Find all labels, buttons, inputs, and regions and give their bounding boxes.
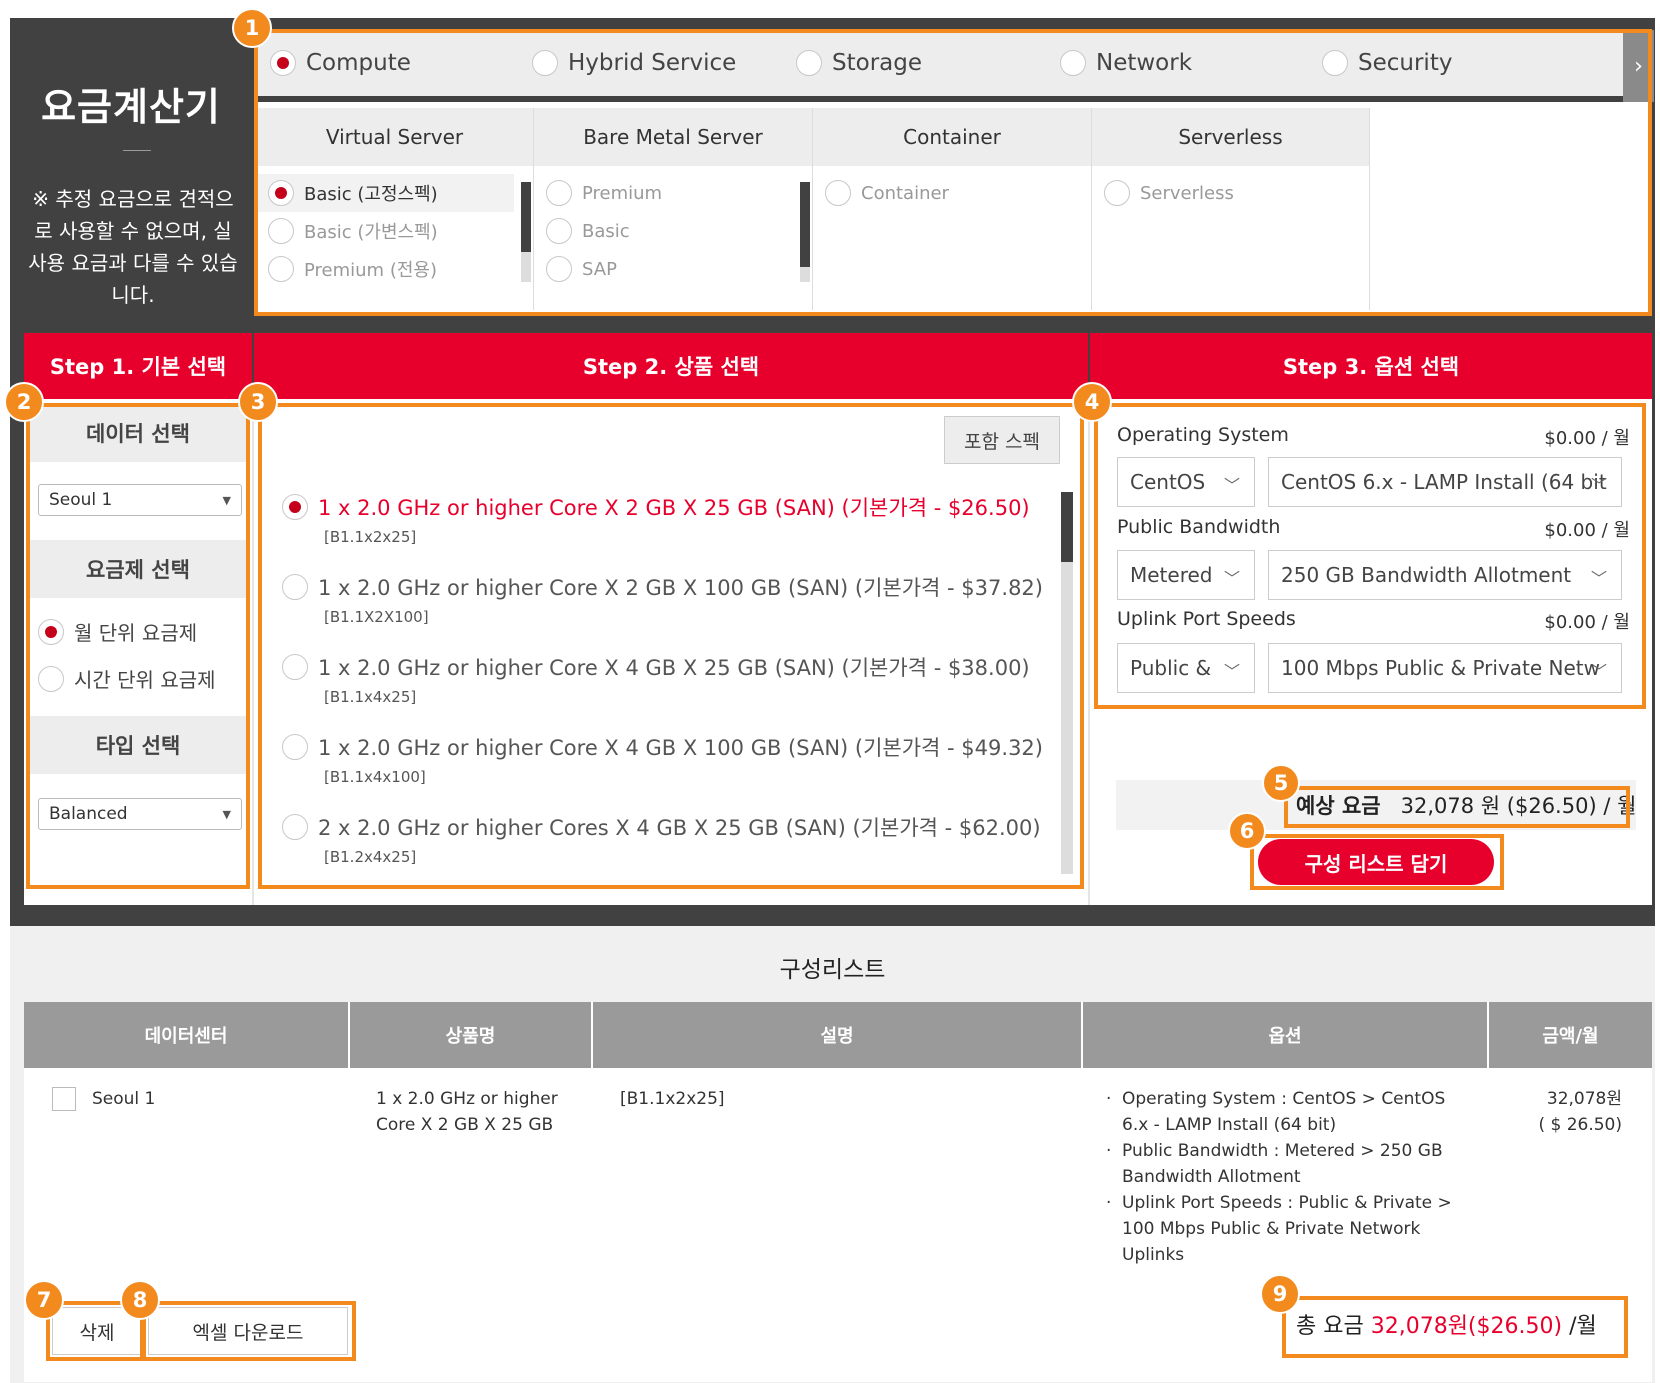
step1-header: Step 1. 기본 선택 — [24, 333, 252, 399]
row-checkbox[interactable] — [52, 1087, 76, 1111]
marker-4: 4 — [1072, 382, 1112, 422]
annotation-box — [142, 1301, 356, 1361]
option-detail: Public Bandwidth : Metered > 250 GB Band… — [1106, 1138, 1476, 1190]
marker-2: 2 — [4, 382, 44, 422]
title-divider — [123, 150, 151, 151]
marker-3: 3 — [238, 382, 278, 422]
annotation-box — [1282, 1296, 1628, 1358]
annotation-box — [1250, 834, 1504, 890]
divider — [252, 399, 254, 905]
row-options: Operating System : CentOS > CentOS 6.x -… — [1106, 1086, 1476, 1268]
row-amount: 32,078원 ( $ 26.50) — [1538, 1089, 1622, 1135]
annotation-box — [254, 29, 1652, 316]
divider — [1088, 399, 1090, 905]
config-list-title: 구성리스트 — [779, 957, 886, 983]
column-header: 옵션 — [1083, 1002, 1489, 1068]
marker-1: 1 — [232, 8, 272, 48]
row-description: [B1.1x2x25] — [620, 1089, 725, 1109]
column-header: 상품명 — [350, 1002, 593, 1068]
column-header: 금액/월 — [1489, 1002, 1652, 1068]
title-panel: 요금계산기 ※ 추정 요금으로 견적으로 사용할 수 없으며, 실 사용 요금과… — [10, 18, 252, 318]
option-detail: Uplink Port Speeds : Public & Private > … — [1106, 1190, 1476, 1268]
column-header: 설명 — [593, 1002, 1083, 1068]
row-datacenter: Seoul 1 — [92, 1089, 156, 1109]
marker-6: 6 — [1228, 812, 1266, 850]
annotation-box — [1284, 786, 1630, 828]
marker-9: 9 — [1260, 1274, 1300, 1314]
marker-5: 5 — [1262, 764, 1300, 802]
annotation-box — [1094, 403, 1646, 709]
annotation-box — [258, 403, 1084, 889]
page-title: 요금계산기 — [41, 85, 221, 129]
step3-header: Step 3. 옵션 선택 — [1090, 333, 1652, 399]
pricing-notice: ※ 추정 요금으로 견적으로 사용할 수 없으며, 실 사용 요금과 다를 수 … — [28, 187, 238, 307]
marker-8: 8 — [120, 1280, 160, 1320]
option-detail: Operating System : CentOS > CentOS 6.x -… — [1106, 1086, 1476, 1138]
step2-header: Step 2. 상품 선택 — [254, 333, 1088, 399]
marker-7: 7 — [24, 1280, 64, 1320]
row-product: 1 x 2.0 GHz or higher Core X 2 GB X 25 G… — [376, 1089, 558, 1135]
annotation-box — [26, 403, 250, 889]
column-header: 데이터센터 — [24, 1002, 350, 1068]
